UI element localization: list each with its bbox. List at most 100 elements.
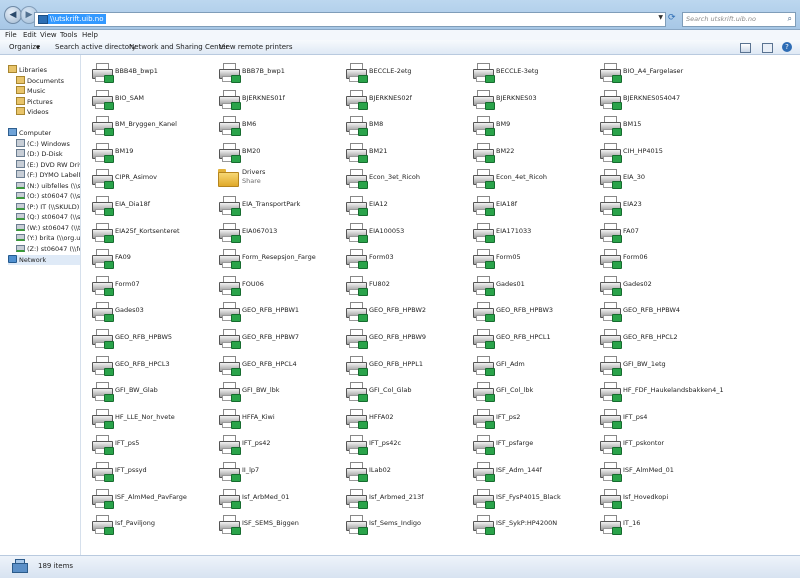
printer-item[interactable]: FA09: [81, 245, 207, 271]
printer-item[interactable]: BM20: [208, 139, 334, 165]
printer-item[interactable]: II_lp7: [208, 458, 334, 484]
printer-item[interactable]: CIPR_Asimov: [81, 165, 207, 191]
printer-item[interactable]: BBB7B_bwp1: [208, 59, 334, 85]
printer-item[interactable]: GEO_RFB_HPCL4: [208, 352, 334, 378]
printer-item[interactable]: EIA100053: [335, 219, 461, 245]
printer-item[interactable]: GEO_RFB_HPCL1: [462, 325, 588, 351]
printer-item[interactable]: IFT_ps4: [589, 405, 715, 431]
printer-item[interactable]: BECCLE-3etg: [462, 59, 588, 85]
change-view-icon[interactable]: [740, 43, 751, 53]
nav-drive-q[interactable]: (Q:) st06047 (\\skuld: [16, 212, 80, 222]
printer-item[interactable]: HFFA_Kiwi: [208, 405, 334, 431]
nav-drive-w[interactable]: (W:) st06047 (\\talva: [16, 223, 80, 233]
printer-item[interactable]: GFI_BW_lbk: [208, 378, 334, 404]
nav-drive-p[interactable]: (P:) IT (\\SKULD): [16, 202, 79, 212]
printer-item[interactable]: IFT_pssyd: [81, 458, 207, 484]
printer-item[interactable]: FU802: [335, 272, 461, 298]
printer-item[interactable]: GFI_Col_Glab: [335, 378, 461, 404]
search-input[interactable]: Search utskrift.uib.no ⌕: [682, 12, 796, 27]
address-dropdown-icon[interactable]: ▼: [658, 14, 663, 21]
printer-item[interactable]: ISF_SykP:HP4200N: [462, 511, 588, 537]
printer-item[interactable]: BM21: [335, 139, 461, 165]
printer-item[interactable]: FA07: [589, 219, 715, 245]
printer-item[interactable]: Isf_Arbmed_213f: [335, 485, 461, 511]
printer-item[interactable]: EIA171033: [462, 219, 588, 245]
printer-item[interactable]: BJERKNES02f: [335, 86, 461, 112]
printer-item[interactable]: EIA18f: [462, 192, 588, 218]
nav-computer[interactable]: Computer: [8, 128, 51, 138]
printer-item[interactable]: EIA_30: [589, 165, 715, 191]
printer-item[interactable]: Econ_3et_Ricoh: [335, 165, 461, 191]
printer-item[interactable]: Econ_4et_Ricoh: [462, 165, 588, 191]
network-sharing-center-button[interactable]: Network and Sharing Center: [129, 42, 229, 52]
printer-item[interactable]: BJERKNES054047: [589, 86, 715, 112]
printer-item[interactable]: BIO_SAM: [81, 86, 207, 112]
printer-item[interactable]: IFT_ps5: [81, 431, 207, 457]
search-icon[interactable]: ⌕: [788, 14, 792, 24]
printer-item[interactable]: BM8: [335, 112, 461, 138]
printer-item[interactable]: GFI_Adm: [462, 352, 588, 378]
menu-tools[interactable]: Tools: [60, 30, 77, 40]
printer-item[interactable]: HF_LLE_Nor_hvete: [81, 405, 207, 431]
printer-item[interactable]: Gades03: [81, 298, 207, 324]
printer-item[interactable]: EIA067013: [208, 219, 334, 245]
refresh-button[interactable]: ⟳: [668, 12, 678, 25]
printer-item[interactable]: GEO_RFB_HPBW2: [335, 298, 461, 324]
printer-item[interactable]: FOU06: [208, 272, 334, 298]
menu-edit[interactable]: Edit: [23, 30, 37, 40]
nav-pictures[interactable]: Pictures: [16, 97, 53, 107]
printer-item[interactable]: GEO_RFB_HPBW9: [335, 325, 461, 351]
printer-item[interactable]: BJERKNES03: [462, 86, 588, 112]
printer-item[interactable]: CIH_HP4015: [589, 139, 715, 165]
printer-item[interactable]: IFT_psfarge: [462, 431, 588, 457]
printer-item[interactable]: BM19: [81, 139, 207, 165]
printer-item[interactable]: ILab02: [335, 458, 461, 484]
printer-item[interactable]: GFI_BW_Glab: [81, 378, 207, 404]
help-icon[interactable]: ?: [782, 42, 792, 52]
printer-item[interactable]: BECCLE-2etg: [335, 59, 461, 85]
printer-item[interactable]: ISF_Adm_144f: [462, 458, 588, 484]
nav-libraries[interactable]: Libraries: [8, 65, 47, 75]
printer-item[interactable]: BM22: [462, 139, 588, 165]
printer-item[interactable]: Gades01: [462, 272, 588, 298]
printer-item[interactable]: ISF_AlmMed_01: [589, 458, 715, 484]
shared-folder-item[interactable]: Drivers Share: [208, 165, 334, 191]
nav-drive-f[interactable]: (F:) DYMO LabelMar: [16, 170, 80, 180]
printer-item[interactable]: Isf_ArbMed_01: [208, 485, 334, 511]
printer-item[interactable]: BM_Bryggen_Kanel: [81, 112, 207, 138]
menu-file[interactable]: File: [5, 30, 17, 40]
printer-item[interactable]: BBB4B_bwp1: [81, 59, 207, 85]
printer-item[interactable]: EIA23: [589, 192, 715, 218]
nav-music[interactable]: Music: [16, 86, 46, 96]
printer-item[interactable]: ISF_FysP4015_Black: [462, 485, 588, 511]
view-remote-printers-button[interactable]: View remote printers: [219, 42, 293, 52]
printer-item[interactable]: BM15: [589, 112, 715, 138]
printer-item[interactable]: HF_FDF_Haukelandsbakken4_1: [589, 378, 724, 404]
menu-view[interactable]: View: [40, 30, 57, 40]
nav-drive-y[interactable]: (Y:) brita (\\org.uib.n: [16, 233, 80, 243]
printer-item[interactable]: IFT_ps42c: [335, 431, 461, 457]
printer-item[interactable]: HFFA02: [335, 405, 461, 431]
printer-item[interactable]: GEO_RFB_HPBW5: [81, 325, 207, 351]
address-path[interactable]: \\utskrift.uib.no: [48, 14, 106, 24]
printer-item[interactable]: GEO_RFB_HPBW4: [589, 298, 715, 324]
nav-videos[interactable]: Videos: [16, 107, 49, 117]
nav-drive-c[interactable]: (C:) Windows: [16, 139, 70, 149]
printer-item[interactable]: Form05: [462, 245, 588, 271]
printer-item[interactable]: EIA_Dia18f: [81, 192, 207, 218]
printer-item[interactable]: Isf_Hovedkopi: [589, 485, 715, 511]
printer-item[interactable]: GEO_RFB_HPCL2: [589, 325, 715, 351]
printer-item[interactable]: EIA25f_Kortsenteret: [81, 219, 207, 245]
printer-item[interactable]: IT_16: [589, 511, 715, 537]
printer-item[interactable]: IFT_ps42: [208, 431, 334, 457]
printer-item[interactable]: GEO_RFB_HPBW3: [462, 298, 588, 324]
printer-item[interactable]: BJERKNES01f: [208, 86, 334, 112]
printer-item[interactable]: Form03: [335, 245, 461, 271]
printer-item[interactable]: BIO_A4_Fargelaser: [589, 59, 715, 85]
menu-help[interactable]: Help: [82, 30, 98, 40]
nav-drive-e[interactable]: (E:) DVD RW Drive -: [16, 160, 80, 170]
nav-network[interactable]: Network: [8, 255, 80, 265]
printer-item[interactable]: GFI_Col_lbk: [462, 378, 588, 404]
printer-item[interactable]: ISF_AlmMed_PavFarge: [81, 485, 207, 511]
printer-item[interactable]: BM6: [208, 112, 334, 138]
